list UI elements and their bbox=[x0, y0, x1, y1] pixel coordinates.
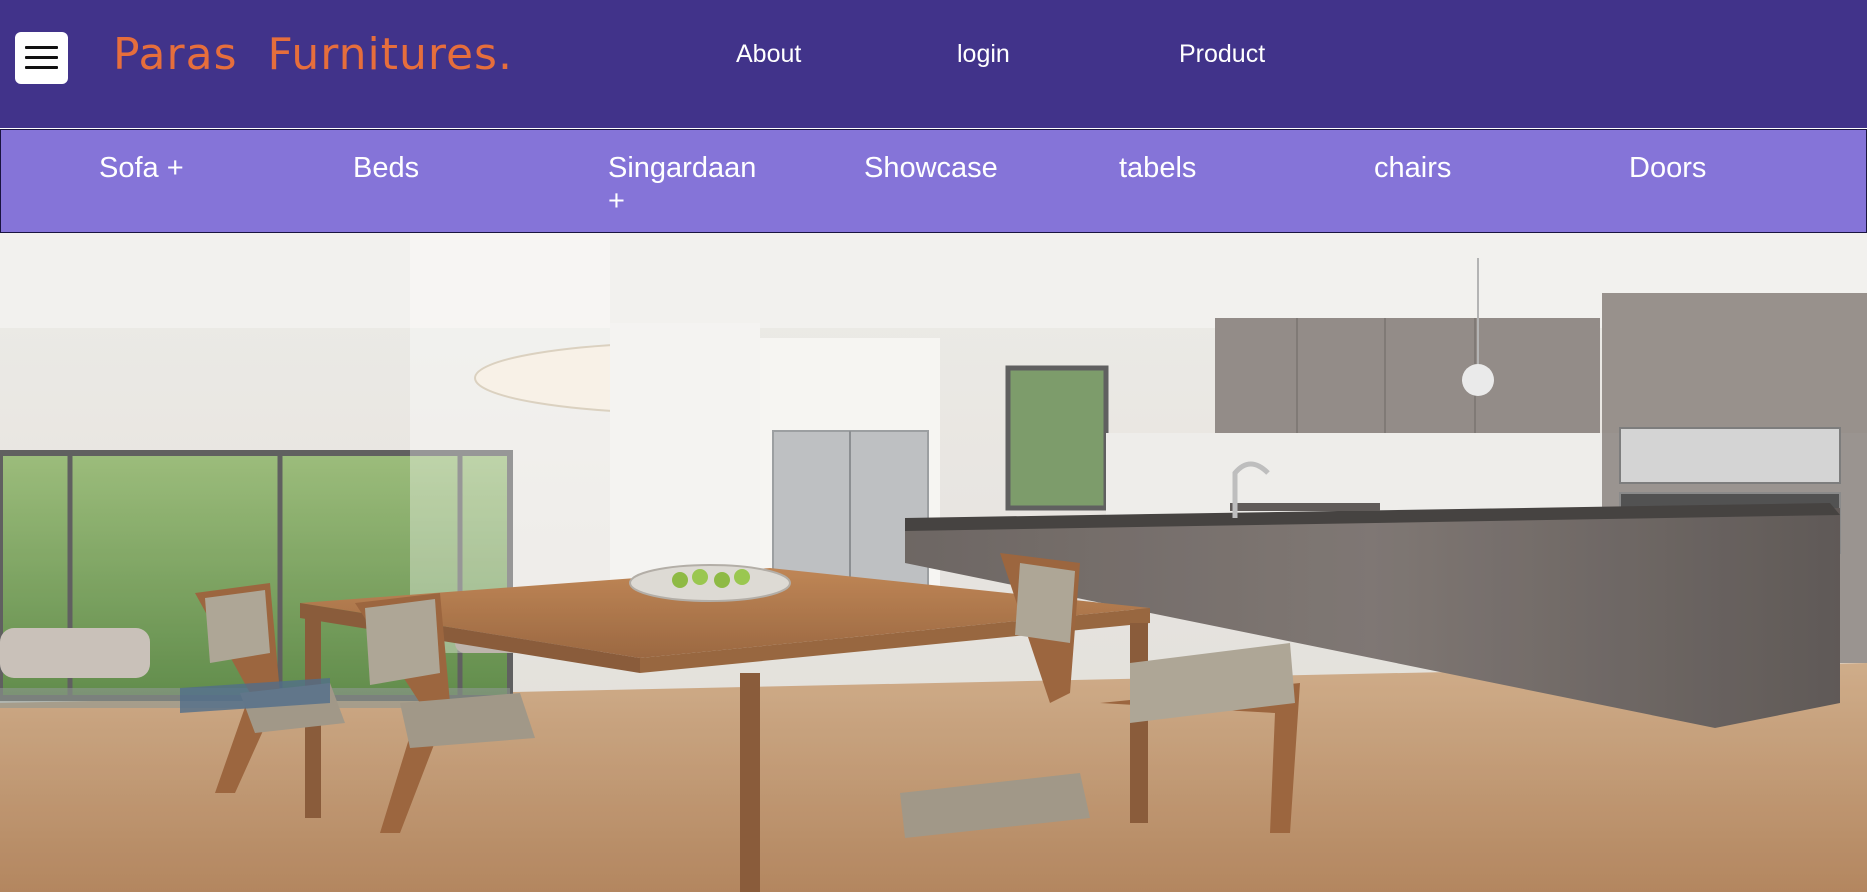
category-beds[interactable]: Beds bbox=[353, 152, 523, 185]
kitchen-dining-illustration bbox=[0, 233, 1867, 892]
brand-logo[interactable]: Paras Furnitures. bbox=[113, 27, 513, 83]
category-sofa[interactable]: Sofa + bbox=[99, 152, 269, 185]
page: Paras Furnitures. About login Product So… bbox=[0, 0, 1867, 892]
brand-word-1: Paras bbox=[113, 29, 238, 80]
nav-link-about[interactable]: About bbox=[736, 39, 801, 69]
category-doors[interactable]: Doors bbox=[1629, 152, 1799, 185]
category-tabels[interactable]: tabels bbox=[1119, 152, 1289, 185]
category-bar: Sofa + Beds Singardaan + Showcase tabels… bbox=[0, 129, 1867, 233]
nav-link-product[interactable]: Product bbox=[1179, 39, 1265, 69]
nav-link-login[interactable]: login bbox=[957, 39, 1010, 69]
hero-banner-image bbox=[0, 233, 1867, 892]
top-navbar: Paras Furnitures. About login Product bbox=[0, 0, 1867, 128]
brand-word-2: Furnitures. bbox=[267, 29, 513, 80]
category-showcase[interactable]: Showcase bbox=[864, 152, 1064, 185]
category-singardaan[interactable]: Singardaan + bbox=[608, 152, 778, 218]
hamburger-menu-button[interactable] bbox=[15, 32, 68, 84]
category-chairs[interactable]: chairs bbox=[1374, 152, 1544, 185]
